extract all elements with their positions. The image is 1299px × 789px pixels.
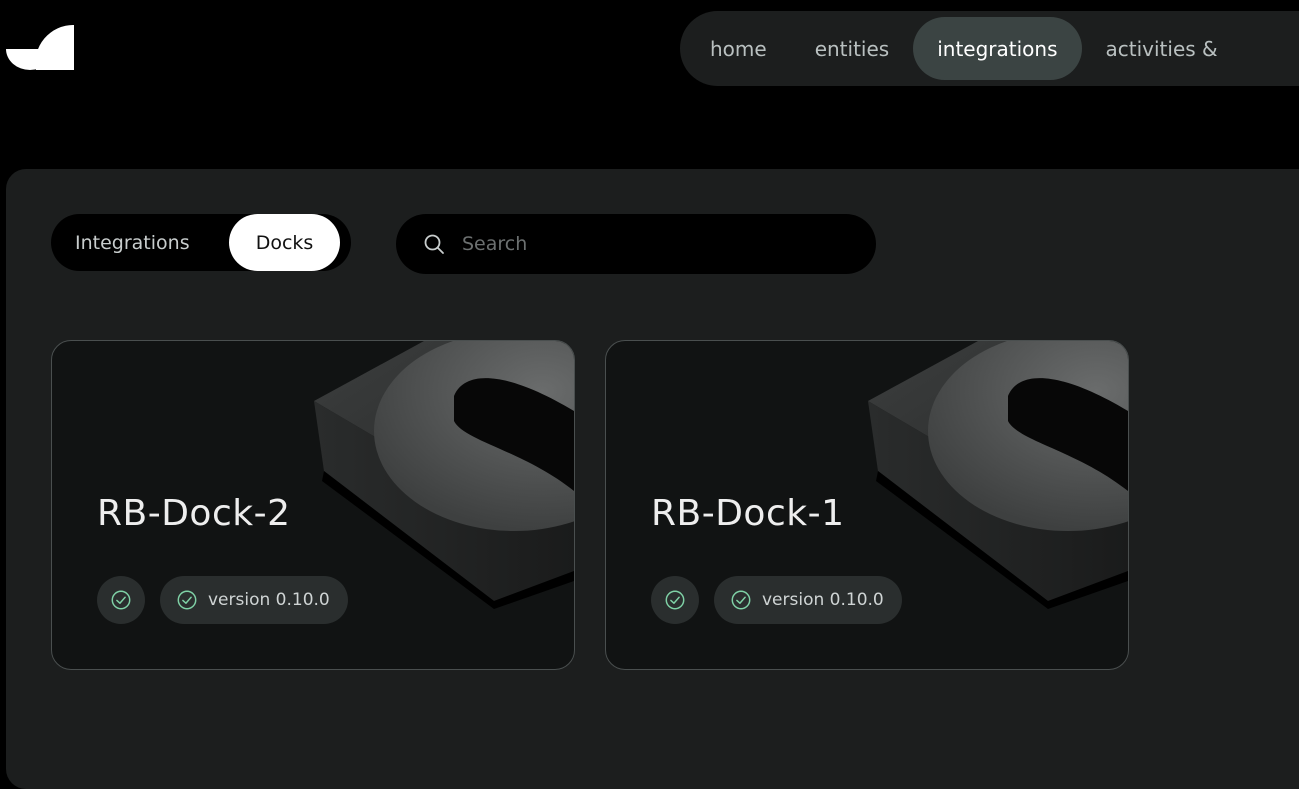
nav-entities[interactable]: entities xyxy=(791,17,914,80)
status-badge xyxy=(651,576,699,624)
dock-card[interactable]: RB-Dock-1 version 0.10.0 xyxy=(605,340,1129,670)
nav-activities[interactable]: activities & xyxy=(1082,17,1242,80)
status-badge xyxy=(97,576,145,624)
view-toggle: Integrations Docks xyxy=(51,214,351,271)
nav-home[interactable]: home xyxy=(686,17,791,80)
top-navigation: home entities integrations activities & xyxy=(680,11,1299,86)
dock-badges: version 0.10.0 xyxy=(97,576,348,624)
search-input[interactable] xyxy=(462,233,842,255)
check-circle-icon xyxy=(665,590,685,610)
dock-card[interactable]: RB-Dock-2 version 0.10.0 xyxy=(51,340,575,670)
dock-illustration xyxy=(868,341,1128,609)
main-panel: Integrations Docks Search RB-Dock-2 vers… xyxy=(6,169,1299,789)
version-label: version 0.10.0 xyxy=(762,590,884,610)
version-badge: version 0.10.0 xyxy=(160,576,348,624)
dock-illustration xyxy=(314,341,574,609)
check-circle-icon xyxy=(731,590,751,610)
check-circle-icon xyxy=(177,590,197,610)
version-label: version 0.10.0 xyxy=(208,590,330,610)
search-bar[interactable] xyxy=(396,214,876,274)
dock-name: RB-Dock-1 xyxy=(651,493,845,534)
search-icon xyxy=(424,234,444,254)
version-badge: version 0.10.0 xyxy=(714,576,902,624)
nav-integrations[interactable]: integrations xyxy=(913,17,1082,80)
toggle-docks[interactable]: Docks xyxy=(229,214,340,271)
check-circle-icon xyxy=(111,590,131,610)
dock-name: RB-Dock-2 xyxy=(97,493,291,534)
dock-badges: version 0.10.0 xyxy=(651,576,902,624)
logo xyxy=(6,25,74,70)
toggle-integrations[interactable]: Integrations xyxy=(51,214,229,271)
